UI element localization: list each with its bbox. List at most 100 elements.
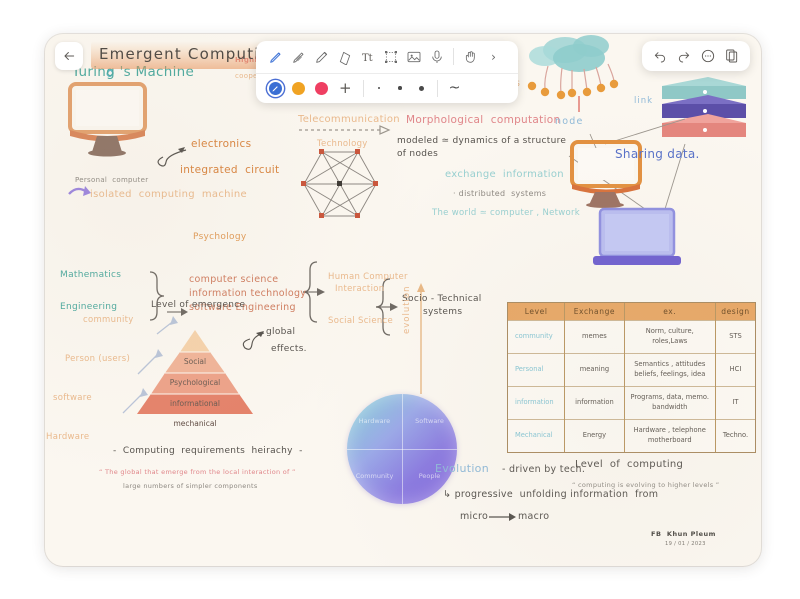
redo-icon xyxy=(678,51,690,62)
note-link: link xyxy=(634,95,654,106)
toolbar-tools-row: Tt › xyxy=(256,41,518,73)
cell-ex: Norm, culture, roles,Laws xyxy=(624,319,716,354)
note-exchange-information: exchange information xyxy=(445,168,564,180)
image-tool[interactable] xyxy=(402,45,425,68)
note-hci-line1: Human Computer xyxy=(328,271,408,282)
signature-date: 19 / 01 / 2023 xyxy=(665,540,706,547)
cell-exchange: information xyxy=(564,385,625,420)
note-distributed-systems: · distributed systems xyxy=(453,188,547,198)
note-isolated-machine: isolated computing machine xyxy=(90,188,247,200)
table-row: Mechanical Energy Hardware , telephone m… xyxy=(508,418,755,452)
pyramid-side-community: community xyxy=(83,314,134,325)
pen-tool[interactable] xyxy=(264,45,287,68)
note-socio-line2: systems xyxy=(423,306,463,317)
eraser-tool[interactable] xyxy=(333,45,356,68)
cell-level: Mechanical xyxy=(508,418,566,452)
note-mathematics: Mathematics xyxy=(60,269,122,280)
th-ex: ex. xyxy=(624,302,716,320)
cell-design: IT xyxy=(715,385,755,420)
note-sharing-data: Sharing data. xyxy=(615,146,700,161)
color-blue-swatch[interactable] xyxy=(269,81,282,95)
pyramid-side-person: Person (users) xyxy=(65,353,131,364)
note-engineering: Engineering xyxy=(60,301,118,312)
pyramid-quote-line1: “ The global that emerge from the local … xyxy=(99,467,296,476)
pyramid-quote-line2: large numbers of simpler components xyxy=(123,481,258,490)
quadrant-circle-diagram: Hardware Software Community People xyxy=(347,393,457,504)
back-button[interactable] xyxy=(55,41,83,70)
pages-icon xyxy=(726,49,738,62)
note-node: node xyxy=(555,115,584,127)
cell-ex: Hardware , telephone motherboard xyxy=(624,418,716,452)
note-telecommunication: Telecommunication xyxy=(298,113,400,125)
stroke-medium-button[interactable] xyxy=(390,86,411,90)
color-orange-swatch[interactable] xyxy=(292,81,305,95)
more-options-button[interactable] xyxy=(696,44,720,67)
circle-quadrant-community: Community xyxy=(355,472,394,480)
circle-quadrant-hardware: Hardware xyxy=(358,417,391,425)
mic-tool[interactable] xyxy=(425,45,448,68)
pen-icon xyxy=(269,52,280,63)
note-modeled-line2: of nodes xyxy=(397,148,439,159)
cell-level: information xyxy=(508,385,566,420)
text-tool[interactable]: Tt xyxy=(356,45,379,68)
drawing-toolbar[interactable]: Tt › + ~ xyxy=(256,40,518,103)
circle-quadrant-software: Software xyxy=(415,417,444,425)
note-evolution-axis: evolution xyxy=(402,285,412,334)
select-tool[interactable] xyxy=(379,45,402,68)
table-row: information information Programs, data, … xyxy=(508,385,755,420)
cell-design: HCI xyxy=(715,352,755,387)
cell-exchange: memes xyxy=(564,319,625,354)
note-progressive: ↳ progressive unfolding information from xyxy=(443,488,659,500)
note-evolution-bullet: Evolution xyxy=(435,461,489,475)
pencil-tool[interactable] xyxy=(287,45,310,68)
microphone-icon xyxy=(431,50,442,63)
table-header-row: Level Exchange ex. design xyxy=(508,302,755,320)
pencil-icon xyxy=(292,52,303,63)
pyramid-layer-social: Social xyxy=(183,357,207,366)
table-row: community memes Norm, culture, roles,Law… xyxy=(508,319,755,354)
chevron-right-icon: › xyxy=(491,49,496,64)
th-design: design xyxy=(715,302,755,320)
back-arrow-icon xyxy=(64,51,75,60)
redo-button[interactable] xyxy=(672,44,696,67)
note-modeled-line1: modeled ≃ dynamics of a structure xyxy=(397,135,567,146)
note-computing-quote: “ computing is evolving to higher levels… xyxy=(572,480,720,489)
cell-exchange: meaning xyxy=(564,352,625,387)
note-psychology: Psychology xyxy=(193,231,247,242)
cell-level: Personal xyxy=(508,352,566,387)
note-technology: Technology xyxy=(317,138,368,149)
note-electronics: electronics xyxy=(191,137,252,150)
note-level-of-computing: Level of computing xyxy=(575,458,684,470)
note-world-computer: The world ≃ computer , Network xyxy=(432,207,581,218)
table-row: Personal meaning Semantics , attitudes b… xyxy=(508,352,755,387)
note-global-effects: effects. xyxy=(271,343,307,354)
hand-tool[interactable] xyxy=(459,45,482,68)
expand-toolbar-button[interactable]: › xyxy=(482,45,505,68)
eraser-icon xyxy=(339,51,350,65)
stroke-style-button[interactable]: ~ xyxy=(449,80,461,96)
image-icon xyxy=(407,51,420,62)
undo-button[interactable] xyxy=(648,44,672,67)
signature: FB Khun Pleum xyxy=(651,529,716,538)
note-morphological-computation: Morphological computation xyxy=(406,113,561,126)
cell-design: Techno. xyxy=(715,418,755,452)
pyramid-layer-psychological: Psychological xyxy=(169,378,221,387)
note-level-of-emergence: Level of emergence xyxy=(151,299,246,310)
add-color-button[interactable]: + xyxy=(339,80,352,96)
more-icon xyxy=(701,49,715,62)
undo-icon xyxy=(654,51,666,62)
highlighter-tool[interactable] xyxy=(310,45,333,68)
note-canvas[interactable]: Turing 's Machine Personal computer isol… xyxy=(45,33,761,566)
pyramid-caption: - Computing requirements heirachy - xyxy=(113,445,303,456)
stroke-thin-button[interactable] xyxy=(369,87,390,89)
svg-text:Tt: Tt xyxy=(362,53,373,64)
note-global: global xyxy=(266,326,296,337)
pages-button[interactable] xyxy=(720,44,744,67)
toolbar-divider xyxy=(453,48,454,65)
history-toolbar[interactable] xyxy=(642,40,750,71)
pyramid-layer-informational: informational xyxy=(170,399,220,408)
color-pink-swatch[interactable] xyxy=(315,81,328,95)
lasso-select-icon xyxy=(384,50,397,63)
text-icon: Tt xyxy=(362,53,373,64)
stroke-thick-button[interactable] xyxy=(411,85,432,91)
